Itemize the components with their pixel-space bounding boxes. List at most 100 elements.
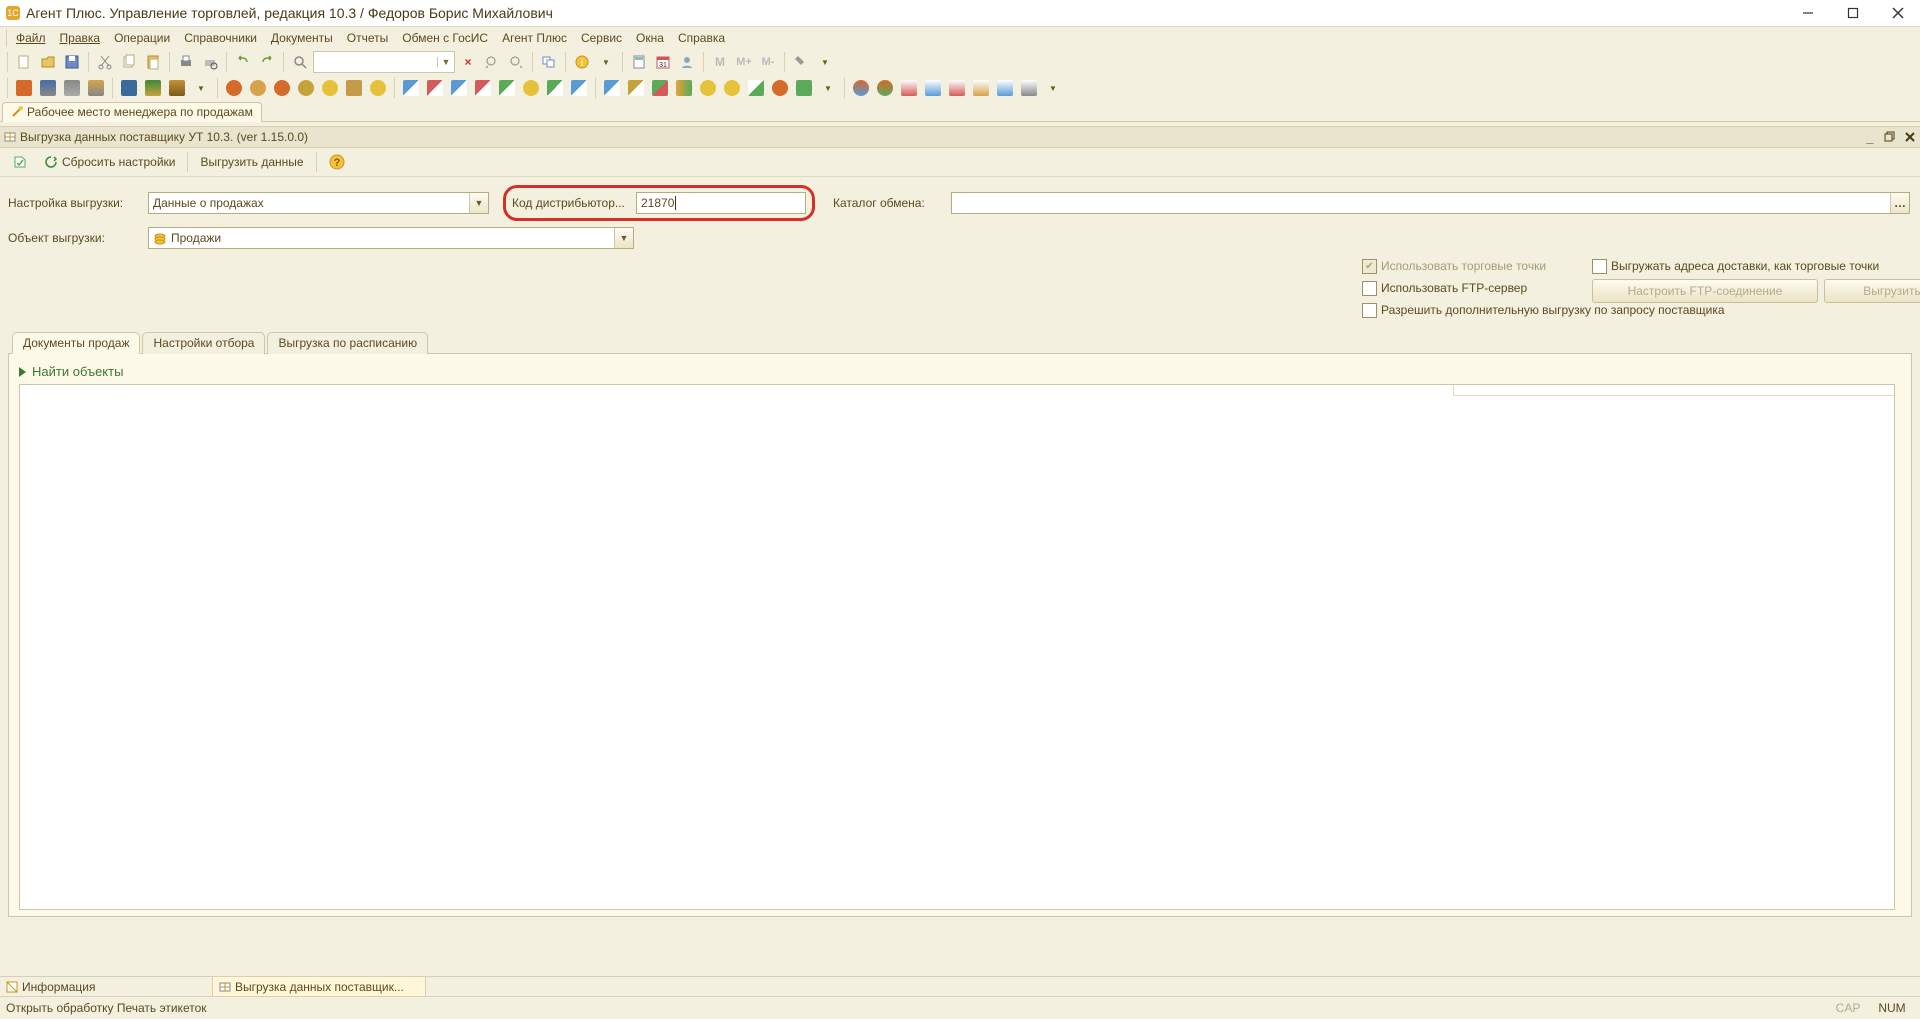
person-2-icon[interactable] xyxy=(247,77,269,99)
chevron-down-icon[interactable]: ▼ xyxy=(469,193,488,213)
doc-gold-1-icon[interactable] xyxy=(625,77,647,99)
printer-3-icon[interactable] xyxy=(85,77,107,99)
doc-red-2-icon[interactable] xyxy=(472,77,494,99)
sub-close-button[interactable] xyxy=(1900,128,1920,146)
doc-green-1-icon[interactable] xyxy=(496,77,518,99)
tab-sales-docs[interactable]: Документы продаж xyxy=(12,332,140,354)
sign-drop-icon[interactable]: ▼ xyxy=(190,77,212,99)
person-add-icon[interactable] xyxy=(769,77,791,99)
windows-icon[interactable] xyxy=(538,51,560,73)
form-5-icon[interactable] xyxy=(994,77,1016,99)
tb2-drop-icon[interactable]: ▼ xyxy=(817,77,839,99)
person-3-icon[interactable] xyxy=(271,77,293,99)
new-icon[interactable] xyxy=(13,51,35,73)
close-button[interactable] xyxy=(1875,0,1920,26)
doc-add-icon[interactable] xyxy=(649,77,671,99)
exchange-dir-input[interactable]: … xyxy=(951,192,1910,214)
paste-icon[interactable] xyxy=(142,51,164,73)
checkbox-icon[interactable] xyxy=(1592,259,1607,274)
sub-restore-button[interactable] xyxy=(1880,128,1900,146)
menu-service[interactable]: Сервис xyxy=(574,29,629,47)
doc-blue-1-icon[interactable] xyxy=(400,77,422,99)
person-1-icon[interactable] xyxy=(223,77,245,99)
org-icon[interactable] xyxy=(118,77,140,99)
user-icon[interactable] xyxy=(676,51,698,73)
print-preview-icon[interactable] xyxy=(199,51,221,73)
search-prev-icon[interactable] xyxy=(481,51,503,73)
printer-1-icon[interactable] xyxy=(37,77,59,99)
tools-icon[interactable] xyxy=(790,51,812,73)
menu-gosis[interactable]: Обмен с ГосИС xyxy=(395,29,495,47)
box-1-icon[interactable] xyxy=(343,77,365,99)
task-tab-export[interactable]: Выгрузка данных поставщик... xyxy=(213,977,426,997)
object-combo[interactable]: Продажи ▼ xyxy=(148,227,634,249)
open-icon[interactable] xyxy=(37,51,59,73)
coins-3-icon[interactable] xyxy=(520,77,542,99)
search-combo[interactable]: ▼ xyxy=(313,51,455,73)
menu-agentplus[interactable]: Агент Плюс xyxy=(495,29,574,47)
doc-green-2-icon[interactable] xyxy=(544,77,566,99)
tools-drop-icon[interactable]: ▼ xyxy=(814,51,836,73)
doc-blue-3-icon[interactable] xyxy=(568,77,590,99)
print-icon[interactable] xyxy=(175,51,197,73)
form-3-icon[interactable] xyxy=(946,77,968,99)
printer-2-icon[interactable] xyxy=(61,77,83,99)
use-ftp-checkbox[interactable]: Использовать FTP-сервер xyxy=(1362,277,1582,299)
coins-2-icon[interactable] xyxy=(367,77,389,99)
checkbox-icon[interactable] xyxy=(1362,281,1377,296)
task-tab-info[interactable]: Информация xyxy=(0,977,213,997)
undo-icon[interactable] xyxy=(232,51,254,73)
reset-button[interactable]: Сбросить настройки xyxy=(38,151,181,173)
save-icon[interactable] xyxy=(61,51,83,73)
doc-blue-4-icon[interactable] xyxy=(601,77,623,99)
doc-green-3-icon[interactable] xyxy=(793,77,815,99)
zoom-Mplus-icon[interactable]: M+ xyxy=(733,51,755,73)
export-data-button[interactable]: Выгрузить данные xyxy=(194,151,309,173)
coins-4-icon[interactable] xyxy=(697,77,719,99)
help-drop-icon[interactable]: ▼ xyxy=(595,51,617,73)
tb2-drop2-icon[interactable]: ▼ xyxy=(1042,77,1064,99)
menu-documents[interactable]: Документы xyxy=(264,29,340,47)
browse-button[interactable]: … xyxy=(1890,193,1909,213)
doc-arrow-icon[interactable] xyxy=(673,77,695,99)
menu-windows[interactable]: Окна xyxy=(629,29,671,47)
cut-icon[interactable] xyxy=(94,51,116,73)
menu-catalogs[interactable]: Справочники xyxy=(177,29,264,47)
calc-icon[interactable] xyxy=(628,51,650,73)
tab-schedule-export[interactable]: Выгрузка по расписанию xyxy=(267,332,428,354)
calendar-icon[interactable]: 31 xyxy=(652,51,674,73)
book-icon[interactable] xyxy=(13,77,35,99)
form-6-icon[interactable] xyxy=(1018,77,1040,99)
menu-help[interactable]: Справка xyxy=(671,29,732,47)
doc-blue-2-icon[interactable] xyxy=(448,77,470,99)
zoom-Mminus-icon[interactable]: M- xyxy=(757,51,779,73)
form-2-icon[interactable] xyxy=(922,77,944,99)
menu-reports[interactable]: Отчеты xyxy=(340,29,395,47)
distributor-input[interactable]: 21870 xyxy=(636,192,806,214)
coins-5-icon[interactable] xyxy=(721,77,743,99)
search-icon[interactable] xyxy=(289,51,311,73)
person-4-icon[interactable] xyxy=(295,77,317,99)
redo-icon[interactable] xyxy=(256,51,278,73)
minimize-button[interactable] xyxy=(1785,0,1830,26)
help-icon[interactable]: i xyxy=(571,51,593,73)
copy-icon[interactable] xyxy=(118,51,140,73)
form-apply-icon[interactable] xyxy=(6,151,34,173)
checkbox-icon[interactable] xyxy=(1362,303,1377,318)
maximize-button[interactable] xyxy=(1830,0,1875,26)
doc-red-1-icon[interactable] xyxy=(424,77,446,99)
export-addresses-checkbox[interactable]: Выгружать адреса доставки, как торговые … xyxy=(1592,255,1912,277)
menu-file[interactable]: Файл xyxy=(9,29,53,47)
zoom-M-icon[interactable]: M xyxy=(709,51,731,73)
clear-search-icon[interactable]: × xyxy=(457,51,479,73)
sub-minimize-button[interactable]: _ xyxy=(1860,128,1880,146)
doc-check-icon[interactable] xyxy=(745,77,767,99)
sign-icon[interactable] xyxy=(166,77,188,99)
document-tab-manager[interactable]: Рабочее место менеджера по продажам xyxy=(2,102,262,122)
export-setting-combo[interactable]: Данные о продажах ▼ xyxy=(148,192,489,214)
menu-operations[interactable]: Операции xyxy=(107,29,177,47)
search-next-icon[interactable] xyxy=(505,51,527,73)
chevron-down-icon[interactable]: ▼ xyxy=(437,57,454,67)
form-4-icon[interactable] xyxy=(970,77,992,99)
tab-filter-settings[interactable]: Настройки отбора xyxy=(142,332,265,354)
